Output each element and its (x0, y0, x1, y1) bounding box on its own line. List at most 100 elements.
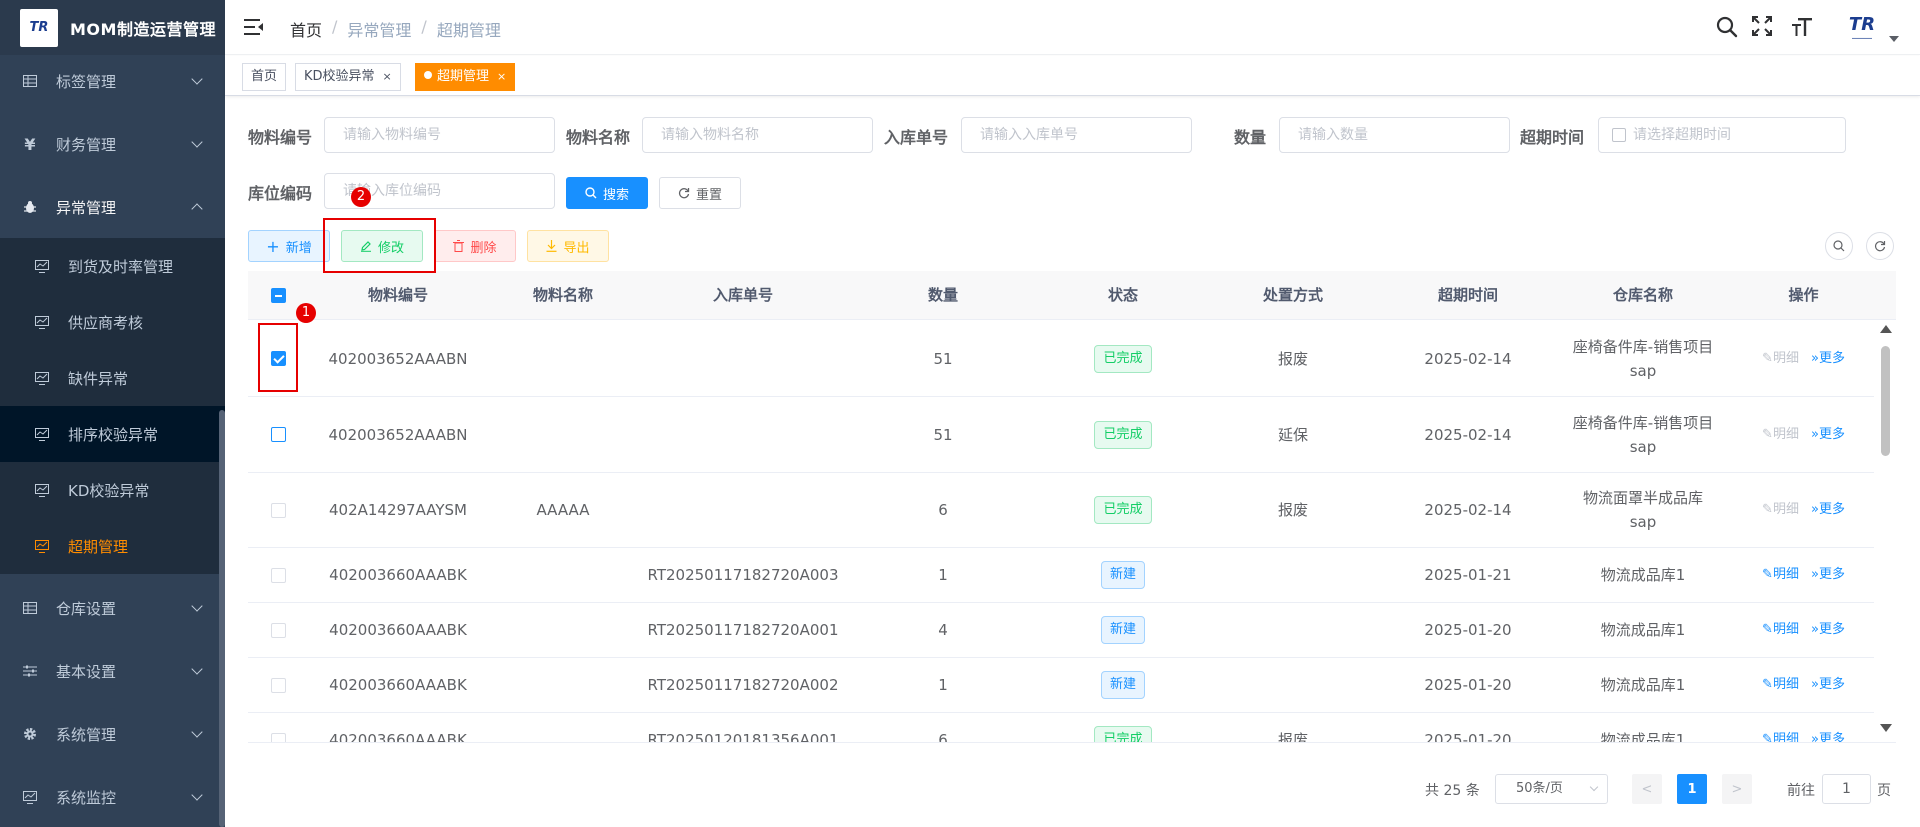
page-size-select[interactable]: 50条/页 (1495, 774, 1608, 804)
next-page-button[interactable]: > (1722, 774, 1752, 804)
sidebar-subitem-sequence-check[interactable]: 排序校验异常 (0, 406, 225, 462)
detail-button[interactable]: ✎明细 (1762, 618, 1799, 642)
cell-status: 已完成 (1043, 321, 1203, 396)
chevron-down-icon (191, 600, 203, 612)
close-icon[interactable]: × (383, 70, 392, 83)
row-checkbox[interactable] (271, 678, 286, 693)
monitor-icon (22, 790, 38, 804)
page-number-button[interactable]: 1 (1677, 774, 1707, 804)
material-name-label: 物料名称 (566, 128, 631, 147)
select-all-checkbox[interactable] (271, 288, 286, 303)
cell-disposal: 报废 (1277, 349, 1308, 368)
detail-label: 明细 (1772, 622, 1799, 637)
sidebar-scrollbar[interactable] (219, 410, 225, 827)
detail-button[interactable]: ✎明细 (1762, 728, 1799, 742)
material-name-input[interactable] (642, 117, 873, 153)
status-badge: 已完成 (1094, 344, 1152, 373)
row-checkbox[interactable] (271, 427, 286, 442)
table-row[interactable]: 402003652AAABN 51 已完成 延保 2025-02-14 座椅备件… (248, 397, 1874, 473)
inbound-no-input[interactable] (961, 117, 1192, 153)
tag-kd-check[interactable]: KD校验异常 × (295, 63, 401, 91)
sidebar-item-basic-settings[interactable]: 基本设置 (0, 643, 225, 699)
sidebar-item-system-management[interactable]: 系统管理 (0, 706, 225, 762)
table-row[interactable]: 402003652AAABN 51 已完成 报废 2025-02-14 座椅备件… (248, 321, 1874, 397)
more-button[interactable]: »更多 (1811, 347, 1845, 371)
cell-status: 已完成 (1043, 713, 1203, 742)
more-button[interactable]: »更多 (1811, 498, 1845, 522)
reset-button[interactable]: 重置 (659, 177, 741, 209)
table-row[interactable]: 402003660AAABK RT20250120181356A001 6 已完… (248, 713, 1874, 742)
sidebar-item-exception[interactable]: 异常管理 (0, 179, 225, 235)
goto-page-input[interactable] (1822, 774, 1871, 804)
add-button[interactable]: + 新增 (248, 230, 330, 262)
annotation-badge-2: 2 (351, 187, 371, 207)
close-icon[interactable]: × (497, 70, 506, 83)
detail-label: 明细 (1772, 350, 1799, 366)
detail-button[interactable]: ✎明细 (1762, 563, 1799, 587)
cell-quantity: 4 (938, 621, 948, 639)
sidebar-subitem-missing-parts[interactable]: 缺件异常 (0, 350, 225, 406)
user-avatar[interactable]: TR ―――― (1840, 14, 1884, 42)
cell-inbound-no: RT20250117182720A002 (647, 676, 839, 694)
detail-button[interactable]: ✎明细 (1762, 673, 1799, 697)
table-row[interactable]: 402003660AAABK RT20250117182720A003 1 新建… (248, 548, 1874, 603)
cell-actions: ✎明细 »更多 (1733, 713, 1874, 742)
search-button[interactable]: 搜索 (566, 177, 648, 209)
table-row[interactable]: 402003660AAABK RT20250117182720A001 4 新建… (248, 603, 1874, 658)
table-scrollbar[interactable] (1878, 321, 1892, 736)
sidebar-item-label-management[interactable]: 标签管理 (0, 53, 225, 109)
prev-page-button[interactable]: < (1632, 774, 1662, 804)
scroll-up-arrow-icon[interactable] (1880, 325, 1892, 333)
tag-overdue[interactable]: 超期管理 × (415, 63, 516, 91)
column-header: 仓库名称 (1612, 286, 1673, 304)
detail-button[interactable]: ✎明细 (1762, 423, 1799, 447)
more-label: 更多 (1818, 567, 1845, 582)
sliders-icon (22, 665, 38, 677)
sidebar-item-label: 仓库设置 (56, 599, 117, 618)
breadcrumb-overdue: 超期管理 (436, 21, 501, 40)
cell-material-name (483, 603, 643, 657)
table-row[interactable]: 402003660AAABK RT20250117182720A002 1 新建… (248, 658, 1874, 713)
refresh-button[interactable] (1866, 232, 1894, 260)
hamburger-icon[interactable] (244, 18, 264, 36)
more-button[interactable]: »更多 (1811, 618, 1845, 642)
overdue-time-picker[interactable] (1598, 117, 1846, 153)
quantity-input[interactable] (1279, 117, 1510, 153)
sidebar-item-system-monitor[interactable]: 系统监控 (0, 769, 225, 825)
scrollbar-thumb[interactable] (1881, 346, 1890, 456)
cell-material-name (483, 397, 643, 472)
breadcrumb-home[interactable]: 首页 (290, 17, 322, 41)
detail-button[interactable]: ✎明细 (1762, 498, 1799, 522)
sidebar-subitem-supplier-assessment[interactable]: 供应商考核 (0, 294, 225, 350)
row-checkbox[interactable] (271, 568, 286, 583)
toggle-search-button[interactable] (1825, 232, 1853, 260)
sidebar-subitem-overdue[interactable]: 超期管理 (0, 518, 225, 574)
fullscreen-icon[interactable] (1752, 16, 1776, 40)
font-size-icon[interactable] (1791, 16, 1815, 40)
cell-material-name (483, 548, 643, 602)
row-checkbox[interactable] (271, 733, 286, 742)
more-button[interactable]: »更多 (1811, 673, 1845, 697)
delete-button[interactable]: 删除 (434, 230, 516, 262)
more-button[interactable]: »更多 (1811, 423, 1845, 447)
sidebar-item-warehouse-settings[interactable]: 仓库设置 (0, 580, 225, 636)
material-code-input[interactable] (324, 117, 555, 153)
search-icon[interactable] (1716, 16, 1740, 40)
caret-down-icon[interactable] (1889, 36, 1899, 42)
detail-label: 明细 (1772, 567, 1799, 582)
row-checkbox[interactable] (271, 623, 286, 638)
detail-button[interactable]: ✎明细 (1762, 347, 1799, 371)
more-button[interactable]: »更多 (1811, 728, 1845, 742)
row-checkbox[interactable] (271, 503, 286, 518)
sidebar-item-finance[interactable]: ¥ 财务管理 (0, 116, 225, 172)
more-button[interactable]: »更多 (1811, 563, 1845, 587)
cell-warehouse: 物流成品库1 (1600, 676, 1686, 694)
sidebar-subitem-kd-check[interactable]: KD校验异常 (0, 462, 225, 518)
tag-home[interactable]: 首页 (242, 63, 287, 91)
cell-material-name (483, 321, 643, 396)
export-button[interactable]: 导出 (527, 230, 609, 262)
table-row[interactable]: 402A14297AAYSM AAAAA 6 已完成 报废 2025-02-14… (248, 473, 1874, 548)
chevron-down-icon (191, 663, 203, 675)
sidebar-subitem-arrival-rate[interactable]: 到货及时率管理 (0, 238, 225, 294)
scroll-down-arrow-icon[interactable] (1880, 724, 1892, 732)
